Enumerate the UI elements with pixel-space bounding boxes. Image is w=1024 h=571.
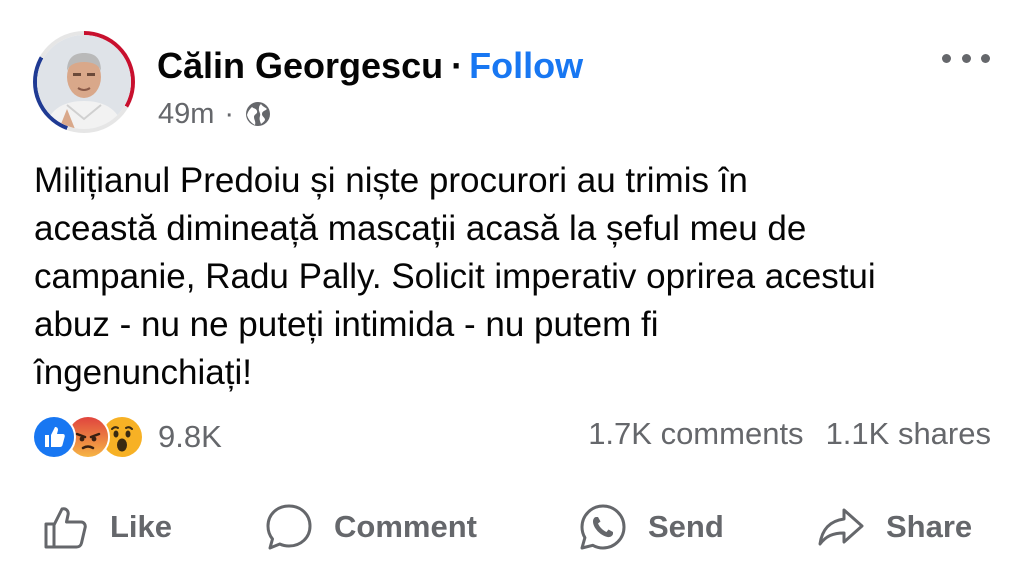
post-stats: 1.7K comments 1.1K shares — [588, 416, 991, 452]
reaction-count: 9.8K — [158, 419, 222, 454]
share-button[interactable]: Share — [816, 497, 972, 557]
shares-count[interactable]: 1.1K shares — [826, 416, 991, 451]
like-reaction-icon — [32, 415, 76, 459]
avatar-photo — [37, 35, 131, 129]
post-meta: 49m · — [158, 96, 273, 132]
comment-label: Comment — [334, 509, 477, 544]
thumbs-up-icon — [44, 507, 87, 549]
more-dot — [942, 53, 951, 63]
send-button[interactable]: Send — [578, 497, 724, 557]
more-horizontal-icon[interactable] — [942, 46, 990, 70]
avatar-portrait-icon — [37, 35, 131, 129]
send-label: Send — [648, 509, 724, 544]
globe-icon[interactable] — [243, 99, 273, 129]
share-label: Share — [886, 509, 973, 544]
like-button[interactable]: Like — [42, 497, 172, 557]
more-dot — [961, 53, 971, 63]
author-line: Călin Georgescu · Follow — [157, 44, 583, 88]
follow-button[interactable]: Follow — [469, 45, 583, 86]
comment-button[interactable]: Comment — [264, 497, 477, 557]
facebook-post: Călin Georgescu · Follow 49m · Milițianul … — [0, 0, 1024, 571]
more-dot — [981, 53, 990, 63]
whatsapp-icon — [580, 504, 626, 550]
separator-dot: · — [224, 98, 235, 130]
reactions-summary[interactable]: 9.8K — [32, 415, 222, 459]
post-time[interactable]: 49m — [158, 96, 214, 132]
profile-avatar[interactable] — [33, 31, 135, 133]
action-bar: Like Comment Send Share — [0, 497, 1024, 557]
comment-icon — [266, 504, 312, 550]
share-arrow-icon — [818, 508, 864, 546]
author-name[interactable]: Călin Georgescu — [157, 45, 443, 86]
post-text: Milițianul Predoiu și niște procurori au… — [34, 161, 876, 392]
separator-dot: · — [451, 45, 464, 86]
like-label: Like — [110, 509, 173, 544]
comments-count[interactable]: 1.7K comments — [588, 416, 803, 451]
